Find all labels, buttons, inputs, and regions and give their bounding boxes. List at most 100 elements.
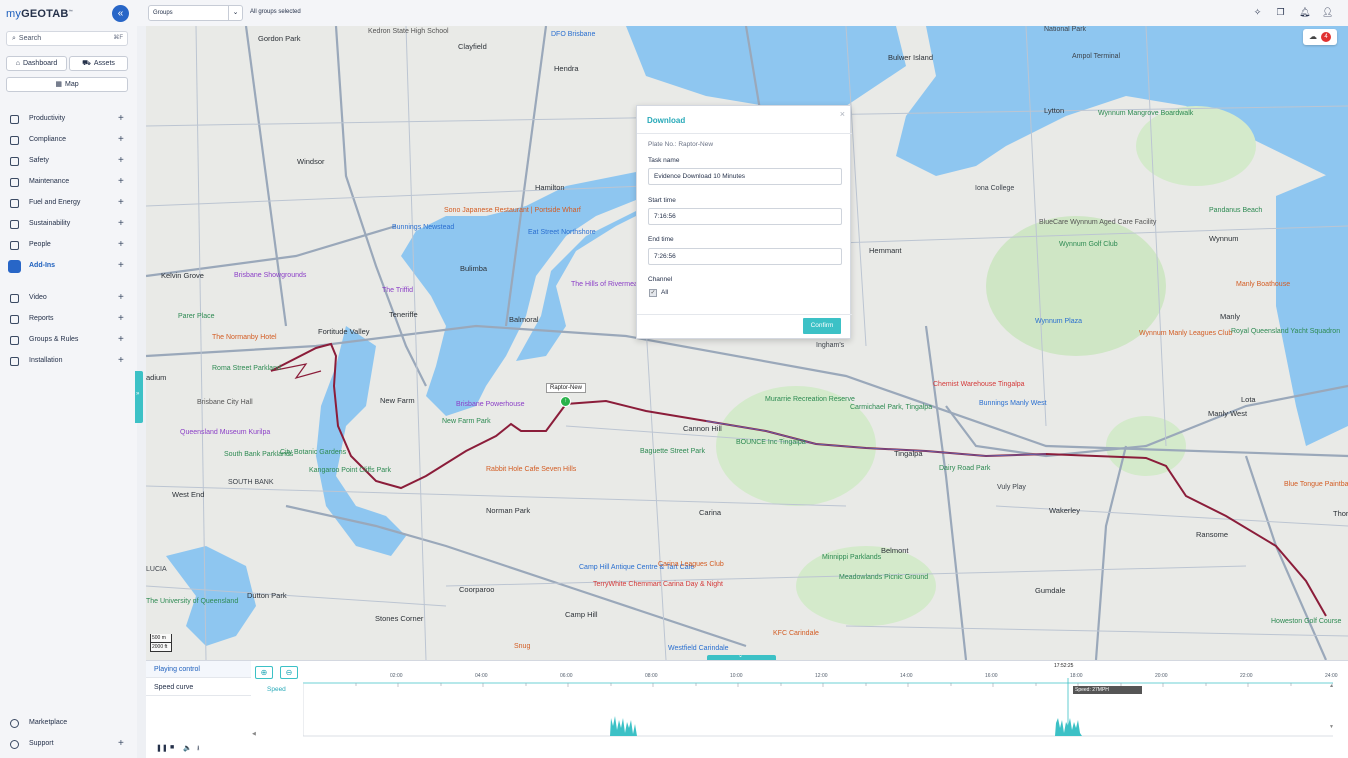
map-label-dutton-park[interactable]: Dutton Park — [247, 591, 287, 600]
map-label-cannon-hill[interactable]: Cannon Hill — [683, 424, 722, 433]
pause-icon[interactable]: ❚❚ — [156, 744, 168, 752]
map-label-snug[interactable]: Snug — [514, 643, 530, 650]
map-label-wynnum-golf[interactable]: Wynnum Golf Club — [1059, 241, 1118, 248]
map-label-howeston[interactable]: Howeston Golf Course — [1271, 618, 1341, 625]
map-label-carina-leagues[interactable]: Carina Leagues Club — [658, 561, 724, 568]
map-label-hamilton[interactable]: Hamilton — [535, 183, 565, 192]
map-label-royal-qld-yacht[interactable]: Royal Queensland Yacht Squadron — [1231, 328, 1340, 335]
map-label-murarrie[interactable]: Murarrie Recreation Reserve — [765, 396, 855, 403]
map-label-lytton[interactable]: Lytton — [1044, 106, 1064, 115]
map-label-the-triffid[interactable]: The Triffid — [382, 287, 413, 294]
map-label-ampol[interactable]: Ampol Terminal — [1072, 53, 1120, 60]
map-label-wynnum-mangrove[interactable]: Wynnum Mangrove Boardwalk — [1098, 110, 1193, 117]
expand-icon[interactable]: + — [118, 332, 124, 348]
map-label-tingalpa[interactable]: Tingalpa — [894, 449, 923, 458]
windows-icon[interactable]: ❐ — [1275, 7, 1286, 18]
expand-icon[interactable]: + — [118, 174, 124, 190]
map-label-bounce[interactable]: BOUNCE Inc Tingalpa — [736, 439, 806, 446]
start-time-input[interactable]: 7:16:56 — [648, 208, 842, 225]
map-label-brisbane-powerhouse[interactable]: Brisbane Powerhouse — [456, 401, 525, 408]
search-input[interactable]: ⌕ Search ⌘F — [6, 31, 128, 46]
expand-icon[interactable]: + — [118, 290, 124, 306]
map-button[interactable]: ▦ Map — [6, 77, 128, 92]
stop-icon[interactable]: ■ — [170, 744, 174, 751]
map-label-bunnings-newstead[interactable]: Bunnings Newstead — [392, 224, 454, 231]
expand-icon[interactable]: + — [118, 736, 124, 752]
end-time-input[interactable]: 7:26:56 — [648, 248, 842, 265]
map-label-lucia[interactable]: LUCIA — [146, 566, 167, 573]
map-label-norman-park[interactable]: Norman Park — [486, 506, 530, 515]
tab-speed-curve[interactable]: Speed curve — [146, 679, 251, 696]
map-label-qld-museum[interactable]: Queensland Museum Kurilpa — [180, 429, 270, 436]
map-label-ransome[interactable]: Ransome — [1196, 530, 1228, 539]
map-label-belmont[interactable]: Belmont — [881, 546, 909, 555]
map-label-thorneside[interactable]: Thorn — [1333, 509, 1348, 518]
map-label-manly[interactable]: Manly — [1220, 312, 1240, 321]
map-label-brisbane-city-hall[interactable]: Brisbane City Hall — [197, 399, 253, 406]
expand-icon[interactable]: + — [118, 111, 124, 127]
expand-icon[interactable]: + — [118, 311, 124, 327]
expand-icon[interactable]: + — [118, 153, 124, 169]
map-label-chemist-warehouse[interactable]: Chemist Warehouse Tingalpa — [933, 381, 1025, 388]
scroll-left-icon[interactable]: ◀ — [252, 731, 256, 737]
groups-select[interactable]: Groups ⌄ — [148, 5, 243, 21]
expand-icon[interactable]: + — [118, 258, 124, 274]
sidebar-item-maintenance[interactable]: Maintenance + — [0, 174, 137, 190]
map-label-new-farm-park[interactable]: New Farm Park — [442, 418, 491, 425]
volume-icon[interactable]: 🔈 — [183, 744, 192, 752]
map-label-radium[interactable]: adium — [146, 373, 166, 382]
map-label-wynnum[interactable]: Wynnum — [1209, 234, 1239, 243]
expand-icon[interactable]: + — [118, 216, 124, 232]
channel-all-checkbox[interactable]: ✓ — [649, 289, 657, 297]
sidebar-item-installation[interactable]: Installation + — [0, 353, 137, 369]
map-label-south-bank-sub[interactable]: SOUTH BANK — [228, 479, 274, 486]
scroll-up-icon[interactable]: ▲ — [1329, 683, 1334, 689]
assets-button[interactable]: ⛟ Assets — [69, 56, 128, 71]
map-label-camp-hill[interactable]: Camp Hill — [565, 610, 598, 619]
map-label-lota[interactable]: Lota — [1241, 395, 1256, 404]
map-label-national-park[interactable]: National Park — [1044, 26, 1086, 33]
map-label-carmichael[interactable]: Carmichael Park, Tingalpa — [850, 404, 932, 411]
map-label-rabbit-hole[interactable]: Rabbit Hole Cafe Seven Hills — [486, 466, 576, 473]
sidebar-item-support[interactable]: Support + — [0, 736, 137, 752]
vehicle-label[interactable]: Raptor-New — [546, 383, 587, 393]
logo[interactable]: myGEOTAB™ — [6, 8, 73, 20]
map-label-vuly[interactable]: Vuly Play — [997, 484, 1026, 491]
map-label-clayfield[interactable]: Clayfield — [458, 42, 487, 51]
map-label-uq[interactable]: The University of Queensland — [146, 598, 238, 605]
scroll-down-icon[interactable]: ▼ — [1329, 724, 1334, 730]
map-label-kedron[interactable]: Kedron State High School — [368, 28, 449, 35]
map-label-new-farm[interactable]: New Farm — [380, 396, 415, 405]
map-label-sono[interactable]: Sono Japanese Restaurant | Portside Whar… — [444, 207, 581, 214]
sidebar-item-marketplace[interactable]: Marketplace — [0, 715, 137, 731]
expand-icon[interactable]: + — [118, 237, 124, 253]
map-label-hemmant[interactable]: Hemmant — [869, 246, 902, 255]
collapse-sidebar-button[interactable]: « — [112, 5, 129, 22]
zoom-in-icon[interactable]: ⊕ — [255, 666, 273, 679]
confirm-button[interactable]: Confirm — [803, 318, 841, 334]
map-label-fortitude-valley[interactable]: Fortitude Valley — [318, 327, 370, 336]
map-label-hills-rivermead[interactable]: The Hills of Rivermead — [571, 281, 642, 288]
map-label-pandanus[interactable]: Pandanus Beach — [1209, 207, 1262, 214]
map-label-manly-west[interactable]: Manly West — [1208, 409, 1247, 418]
map-label-west-end[interactable]: West End — [172, 490, 204, 499]
bell-icon[interactable]: 🔔︎ — [1299, 7, 1310, 18]
map-label-dairy-road[interactable]: Dairy Road Park — [939, 465, 990, 472]
zoom-out-icon[interactable]: ⊖ — [280, 666, 298, 679]
user-icon[interactable]: 👤︎ — [1322, 7, 1333, 18]
downloads-button[interactable]: ☁ 4 — [1303, 29, 1337, 45]
map-label-wakerley[interactable]: Wakerley — [1049, 506, 1080, 515]
map-label-bulwer[interactable]: Bulwer Island — [888, 53, 933, 62]
map-label-carina[interactable]: Carina — [699, 508, 721, 517]
map-label-roma-street[interactable]: Roma Street Parkland — [212, 365, 281, 372]
map-label-terrywhite[interactable]: TerryWhite Chemmart Carina Day & Night — [593, 581, 723, 588]
map-label-balmoral[interactable]: Balmoral — [509, 315, 539, 324]
sidebar-item-groups-rules[interactable]: Groups & Rules + — [0, 332, 137, 348]
speed-chart[interactable] — [303, 678, 1333, 738]
map-label-coorparoo[interactable]: Coorparoo — [459, 585, 494, 594]
map-label-city-botanic[interactable]: City Botanic Gardens — [280, 449, 346, 456]
download-icon[interactable]: ⭳ — [197, 744, 199, 755]
map-label-inghams[interactable]: Ingham's — [816, 342, 844, 349]
map-label-stones-corner[interactable]: Stones Corner — [375, 614, 423, 623]
sidebar-item-reports[interactable]: Reports + — [0, 311, 137, 327]
